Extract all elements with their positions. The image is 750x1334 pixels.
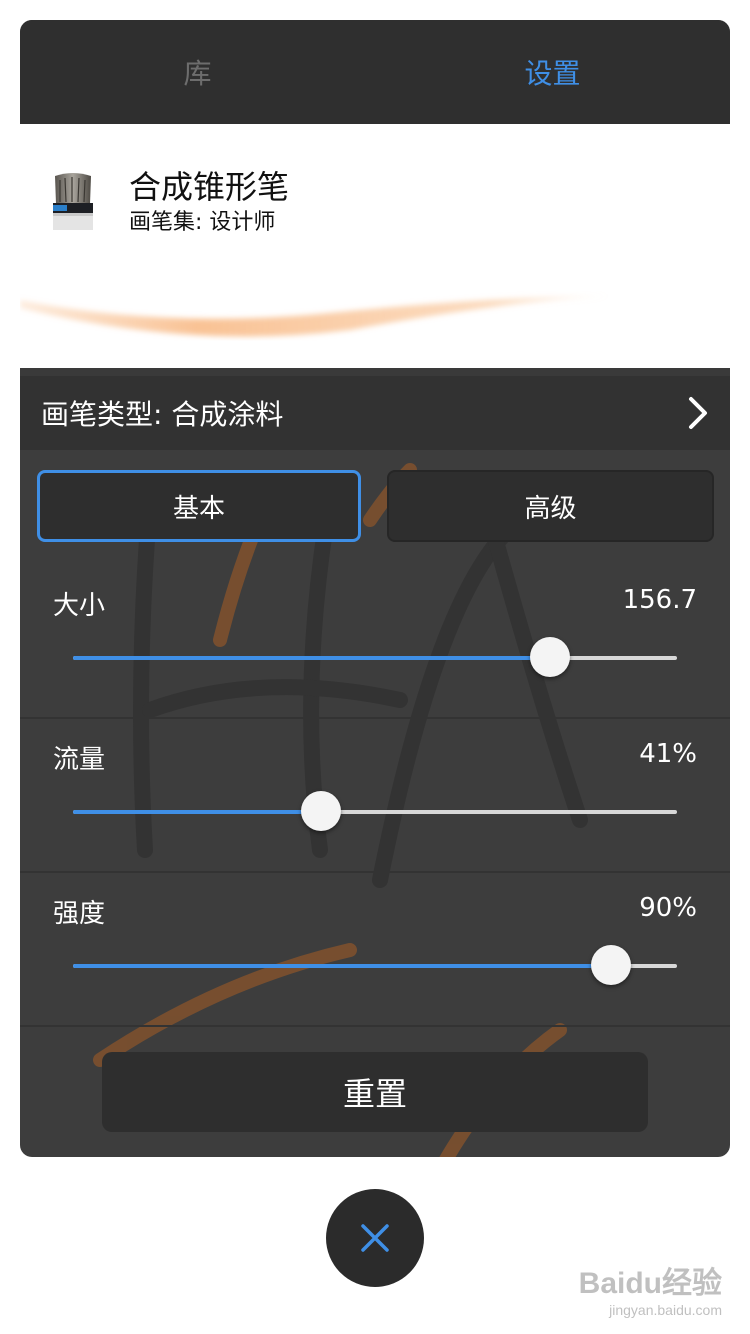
strength-slider-thumb[interactable] bbox=[590, 945, 631, 985]
brush-settings-panel: 库 设置 合成锥形笔 画笔集: 设计师 画笔类型: 合成涂料 基本 高级 大小 … bbox=[20, 20, 730, 1157]
strength-value: 90% bbox=[639, 893, 697, 923]
brush-icon bbox=[53, 173, 93, 230]
close-button[interactable] bbox=[326, 1189, 424, 1287]
tab-settings[interactable]: 设置 bbox=[375, 20, 730, 124]
brush-name: 合成锥形笔 bbox=[129, 168, 290, 206]
watermark: Baidu经验 jingyan.baidu.com bbox=[579, 1258, 722, 1318]
strength-label: 强度 bbox=[53, 899, 106, 929]
brush-set: 画笔集: 设计师 bbox=[129, 210, 276, 235]
strength-slider-fill bbox=[73, 964, 611, 968]
strength-slider-track[interactable] bbox=[73, 945, 677, 985]
flow-label: 流量 bbox=[53, 745, 106, 775]
reset-button[interactable]: 重置 bbox=[102, 1052, 648, 1132]
stroke-preview bbox=[20, 296, 610, 337]
brush-info-card: 合成锥形笔 画笔集: 设计师 bbox=[20, 124, 730, 380]
slider-row-flow: 流量 41% bbox=[20, 719, 730, 873]
size-slider-fill bbox=[73, 656, 551, 660]
watermark-url: jingyan.baidu.com bbox=[609, 1302, 722, 1318]
size-value: 156.7 bbox=[622, 585, 697, 615]
close-icon bbox=[361, 1224, 389, 1252]
flow-slider-thumb[interactable] bbox=[300, 791, 341, 831]
segment-basic[interactable]: 基本 bbox=[37, 470, 361, 542]
flow-slider-track[interactable] bbox=[73, 791, 677, 831]
flow-slider-fill bbox=[73, 810, 321, 814]
size-slider-thumb[interactable] bbox=[530, 637, 571, 677]
flow-value: 41% bbox=[639, 739, 697, 769]
size-label: 大小 bbox=[53, 591, 106, 621]
tab-bar: 库 设置 bbox=[20, 20, 730, 124]
segment-advanced[interactable]: 高级 bbox=[387, 470, 714, 542]
brush-type-row[interactable]: 画笔类型: 合成涂料 bbox=[20, 368, 730, 450]
tab-library[interactable]: 库 bbox=[20, 20, 375, 124]
size-slider-track[interactable] bbox=[73, 637, 677, 677]
slider-row-strength: 强度 90% bbox=[20, 873, 730, 1027]
watermark-logo-text: Baidu经验 bbox=[578, 1267, 722, 1300]
chevron-right-icon bbox=[689, 397, 707, 429]
slider-row-size: 大小 156.7 bbox=[20, 565, 730, 719]
divider bbox=[20, 1025, 730, 1027]
brush-type-label: 画笔类型: 合成涂料 bbox=[41, 398, 284, 431]
